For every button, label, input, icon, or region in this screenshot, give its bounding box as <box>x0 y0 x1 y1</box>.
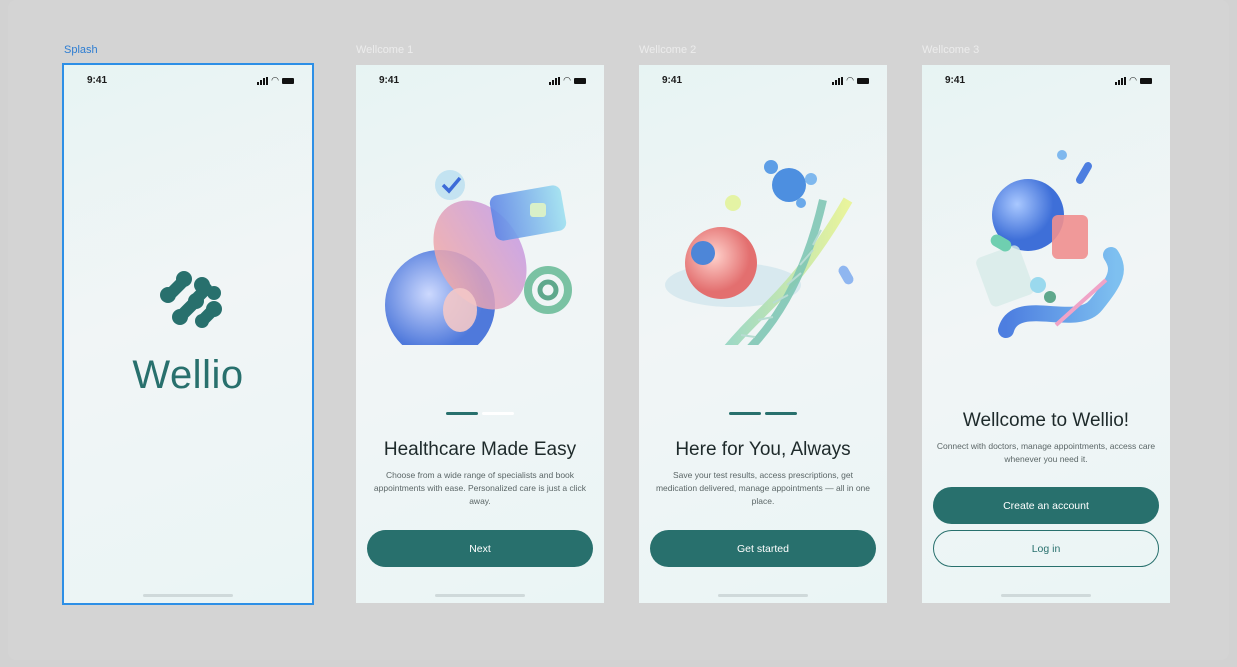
status-bar: 9:41 ◠ <box>922 74 1170 88</box>
wellcome-1-frame[interactable]: 9:41 ◠ Healthcare Made Easy Choose from … <box>356 65 604 603</box>
page-dot-active <box>765 412 797 415</box>
battery-icon <box>282 77 294 84</box>
get-started-button[interactable]: Get started <box>650 530 876 567</box>
dna-illustration <box>665 160 854 345</box>
home-indicator <box>435 594 525 597</box>
healthcare-illustration <box>385 170 572 345</box>
home-indicator <box>1001 594 1091 597</box>
page-indicator <box>639 412 887 415</box>
log-in-button[interactable]: Log in <box>933 530 1159 567</box>
status-time: 9:41 <box>662 75 683 86</box>
page-dot <box>482 412 514 415</box>
home-indicator <box>718 594 808 597</box>
wifi-icon: ◠ <box>1129 75 1137 85</box>
wellcome-3-frame[interactable]: 9:41 ◠ Wellcome to Wellio! Connect with … <box>922 65 1170 603</box>
next-button[interactable]: Next <box>367 530 593 567</box>
screen-description: Connect with doctors, manage appointment… <box>936 441 1156 464</box>
status-bar: 9:41 ◠ <box>64 74 312 88</box>
status-bar: 9:41 ◠ <box>639 74 887 88</box>
frame-label-wellcome-1[interactable]: Wellcome 1 <box>356 44 413 56</box>
page-dot-active <box>446 412 478 415</box>
wifi-icon: ◠ <box>846 75 854 85</box>
screen-title: Healthcare Made Easy <box>383 439 577 460</box>
screen-title: Wellcome to Wellio! <box>962 410 1130 431</box>
signal-icon <box>549 76 561 85</box>
wellio-logo-icon <box>160 271 222 328</box>
medical-kit-illustration <box>976 150 1124 338</box>
page-dot <box>729 412 761 415</box>
splash-frame[interactable]: 9:41 ◠ Wellio <box>62 63 314 605</box>
brand-wordmark: Wellio <box>132 353 244 397</box>
screen-description: Save your test results, access prescript… <box>655 470 871 506</box>
screen-title: Here for You, Always <box>675 439 851 460</box>
home-indicator <box>143 594 233 597</box>
frame-label-splash[interactable]: Splash <box>64 44 98 56</box>
wifi-icon: ◠ <box>563 75 571 85</box>
battery-icon <box>857 77 869 84</box>
frame-label-wellcome-3[interactable]: Wellcome 3 <box>922 44 979 56</box>
frame-label-wellcome-2[interactable]: Wellcome 2 <box>639 44 696 56</box>
status-time: 9:41 <box>945 75 966 86</box>
page-indicator <box>356 412 604 415</box>
create-account-button[interactable]: Create an account <box>933 487 1159 524</box>
wifi-icon: ◠ <box>271 75 279 85</box>
signal-icon <box>1115 76 1127 85</box>
battery-icon <box>1140 77 1152 84</box>
signal-icon <box>832 76 844 85</box>
wellcome-2-frame[interactable]: 9:41 ◠ Here for You, Always Save your te… <box>639 65 887 603</box>
status-bar: 9:41 ◠ <box>356 74 604 88</box>
status-time: 9:41 <box>87 75 108 86</box>
battery-icon <box>574 77 586 84</box>
status-time: 9:41 <box>379 75 400 86</box>
screen-description: Choose from a wide range of specialists … <box>373 470 587 506</box>
signal-icon <box>257 76 269 85</box>
design-canvas: Splash Wellcome 1 Wellcome 2 Wellcome 3 … <box>8 0 1229 660</box>
